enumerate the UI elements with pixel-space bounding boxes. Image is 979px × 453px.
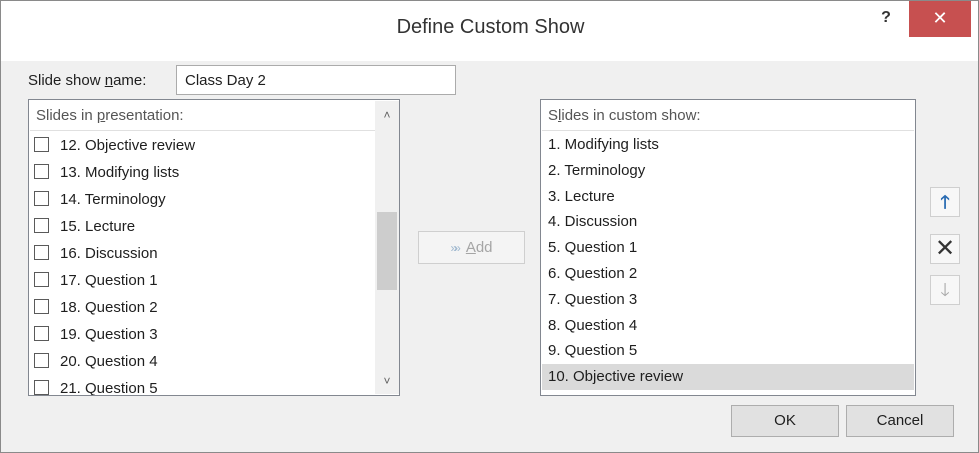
move-down-icon[interactable]: 🡓 (930, 275, 960, 305)
list-item[interactable]: 12. Objective review (30, 132, 375, 159)
checkbox[interactable] (34, 137, 49, 152)
header-suffix: resentation: (105, 107, 184, 124)
list-item[interactable]: 5. Question 1 (542, 235, 914, 261)
cancel-button[interactable]: Cancel (846, 405, 954, 437)
checkbox[interactable] (34, 218, 49, 233)
list-item[interactable]: 3. Lecture (542, 184, 914, 210)
header-prefix: Slides in (36, 107, 97, 124)
scroll-down-icon[interactable]: ˅ (375, 371, 399, 391)
move-up-icon[interactable]: 🡑 (930, 187, 960, 217)
list-item[interactable]: 20. Question 4 (30, 348, 375, 375)
dialog-title: Define Custom Show (396, 16, 585, 38)
list-item-label: 16. Discussion (60, 245, 158, 262)
list-item[interactable]: 18. Question 2 (30, 294, 375, 321)
list-item[interactable]: 2. Terminology (542, 158, 914, 184)
vertical-scrollbar[interactable]: ˄ ˅ (375, 101, 399, 394)
define-custom-show-dialog: Define Custom Show ? ✕ Slide show name: … (0, 0, 979, 453)
label-prefix: Slide show (28, 72, 105, 89)
list-item[interactable]: 16. Discussion (30, 240, 375, 267)
title-bar: Define Custom Show ? ✕ (1, 1, 978, 61)
presentation-items: 12. Objective review 13. Modifying lists… (30, 132, 375, 396)
label-access-key: n (104, 72, 114, 89)
list-item[interactable]: 13. Modifying lists (30, 159, 375, 186)
scroll-up-icon[interactable]: ˄ (375, 105, 399, 125)
list-item[interactable]: 19. Question 3 (30, 321, 375, 348)
label-suffix: ame: (113, 72, 147, 89)
slide-show-name-label: Slide show name: (28, 72, 146, 89)
checkbox[interactable] (34, 326, 49, 341)
list-item[interactable]: 7. Question 3 (542, 287, 914, 313)
checkbox[interactable] (34, 164, 49, 179)
list-item[interactable]: 4. Discussion (542, 209, 914, 235)
slides-in-presentation-list[interactable]: Slides in presentation: 12. Objective re… (28, 99, 400, 396)
checkbox[interactable] (34, 353, 49, 368)
slide-show-name-input[interactable] (176, 65, 456, 95)
header-suffix: ides in custom show: (561, 107, 701, 124)
list-item[interactable]: 15. Lecture (30, 213, 375, 240)
list-item-label: 15. Lecture (60, 218, 136, 235)
checkbox[interactable] (34, 272, 49, 287)
list-item-label: 18. Question 2 (60, 299, 158, 316)
header-access-key: p (96, 107, 106, 124)
list-item[interactable]: 6. Question 2 (542, 261, 914, 287)
presentation-list-header: Slides in presentation: (30, 101, 375, 131)
add-access-key: A (465, 239, 476, 256)
list-item[interactable]: 21. Question 5 (30, 375, 375, 396)
checkbox[interactable] (34, 380, 49, 395)
add-label: dd (475, 239, 493, 256)
help-icon[interactable]: ? (871, 9, 901, 37)
list-item[interactable]: 17. Question 1 (30, 267, 375, 294)
ok-button[interactable]: OK (731, 405, 839, 437)
slides-in-custom-show-list[interactable]: Slides in custom show: 1. Modifying list… (540, 99, 916, 396)
scrollbar-thumb[interactable] (377, 212, 397, 290)
list-item-label: 17. Question 1 (60, 272, 158, 289)
list-item-label: 13. Modifying lists (60, 164, 180, 181)
header-prefix: S (548, 107, 559, 124)
remove-icon[interactable]: ✕ (930, 234, 960, 264)
list-item-label: 21. Question 5 (60, 380, 158, 396)
list-item-label: 20. Question 4 (60, 353, 158, 370)
custom-show-items: 1. Modifying lists 2. Terminology 3. Lec… (542, 132, 914, 390)
custom-show-list-header: Slides in custom show: (542, 101, 914, 131)
checkbox[interactable] (34, 191, 49, 206)
list-item[interactable]: 8. Question 4 (542, 313, 914, 339)
close-icon[interactable]: ✕ (909, 1, 971, 37)
checkbox[interactable] (34, 299, 49, 314)
list-item-label: 12. Objective review (60, 137, 196, 154)
list-item-label: 19. Question 3 (60, 326, 158, 343)
list-item[interactable]: 9. Question 5 (542, 338, 914, 364)
list-item-selected[interactable]: 10. Objective review (542, 364, 914, 390)
list-item[interactable]: 1. Modifying lists (542, 132, 914, 158)
double-arrow-right-icon: »» (450, 241, 461, 255)
checkbox[interactable] (34, 245, 49, 260)
add-button[interactable]: »» Add (418, 231, 525, 264)
list-item[interactable]: 14. Terminology (30, 186, 375, 213)
list-item-label: 14. Terminology (60, 191, 166, 208)
